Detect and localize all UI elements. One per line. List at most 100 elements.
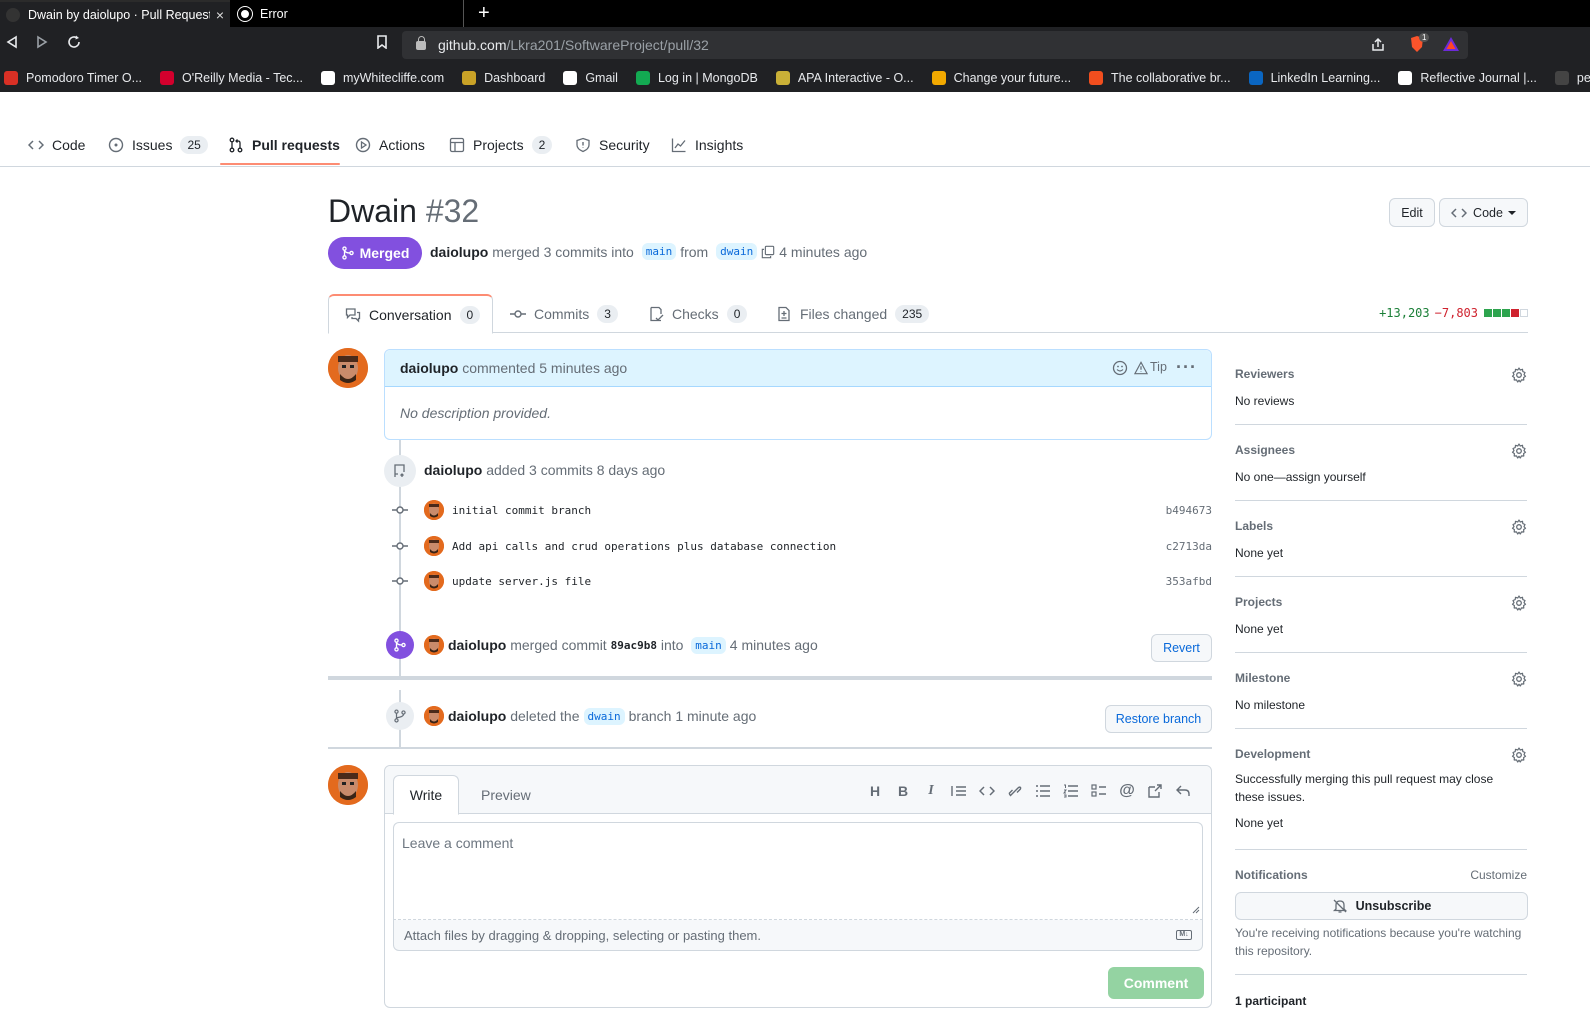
tab-preview[interactable]: Preview xyxy=(471,775,541,815)
resize-handle-icon[interactable] xyxy=(1192,901,1200,917)
reload-icon[interactable] xyxy=(64,35,84,53)
markdown-icon[interactable]: M↓ xyxy=(1176,930,1192,940)
smiley-icon[interactable] xyxy=(1112,360,1128,376)
tab-actions[interactable]: Actions xyxy=(355,130,425,160)
forward-icon[interactable] xyxy=(32,35,52,53)
base-branch-label[interactable]: main xyxy=(641,243,677,260)
attach-files-bar[interactable]: Attach files by dragging & dropping, sel… xyxy=(393,920,1203,951)
back-icon[interactable] xyxy=(2,35,22,53)
tab-security[interactable]: Security xyxy=(575,130,650,160)
avatar[interactable] xyxy=(424,635,444,655)
tasklist-icon[interactable] xyxy=(1085,782,1113,800)
comment-submit-button[interactable]: Comment xyxy=(1108,967,1204,999)
avatar[interactable] xyxy=(424,500,444,520)
gear-icon[interactable] xyxy=(1511,747,1527,763)
cross-reference-icon[interactable] xyxy=(1141,782,1169,800)
commit-message-link[interactable]: update server.js file xyxy=(452,575,591,588)
quote-icon[interactable] xyxy=(945,782,973,800)
head-branch-label[interactable]: dwain xyxy=(716,243,758,260)
pr-meta-from: from xyxy=(680,243,709,260)
assign-yourself-link[interactable]: assign yourself xyxy=(1286,470,1366,484)
bookmark-label: The collaborative br... xyxy=(1111,70,1231,85)
bookmark-item[interactable]: APA Interactive - O... xyxy=(775,70,914,85)
browser-tab-title: Dwain by daiolupo · Pull Request xyxy=(28,7,210,22)
tip-link[interactable]: Tip xyxy=(1150,360,1167,374)
unsubscribe-button[interactable]: Unsubscribe xyxy=(1235,892,1528,920)
tab-write[interactable]: Write xyxy=(393,775,459,815)
share-icon[interactable] xyxy=(1370,37,1386,53)
bookmark-item[interactable]: Gmail xyxy=(563,70,618,85)
avatar[interactable] xyxy=(424,536,444,556)
sidebar-labels: Labels None yet xyxy=(1235,519,1527,577)
commit-sha-link[interactable]: 353afbd xyxy=(1166,575,1212,588)
pr-author-link[interactable]: daiolupo xyxy=(430,244,488,260)
bookmark-favicon-icon xyxy=(1089,70,1104,85)
bookmark-item[interactable]: Dashboard xyxy=(462,70,545,85)
bookmark-item[interactable]: LinkedIn Learning... xyxy=(1248,70,1380,85)
brave-shields-icon[interactable]: 1 xyxy=(1408,33,1430,53)
bookmark-item[interactable]: The collaborative br... xyxy=(1089,70,1231,85)
reply-icon[interactable] xyxy=(1169,782,1197,800)
browser-tab-active[interactable]: Dwain by daiolupo · Pull Request × xyxy=(0,0,230,27)
customize-notifications-link[interactable]: Customize xyxy=(1470,868,1527,882)
gear-icon[interactable] xyxy=(1511,519,1527,535)
code-icon[interactable] xyxy=(973,782,1001,800)
gear-icon[interactable] xyxy=(1511,367,1527,383)
gear-icon[interactable] xyxy=(1511,671,1527,687)
tab-pull-requests[interactable]: Pull requests xyxy=(228,130,340,160)
code-dropdown-button[interactable]: Code xyxy=(1439,198,1528,227)
tab-checks[interactable]: Checks 0 xyxy=(648,294,748,333)
merge-target-branch[interactable]: main xyxy=(691,636,726,654)
commit-sha-link[interactable]: b494673 xyxy=(1166,504,1212,517)
tab-files-changed[interactable]: Files changed 235 xyxy=(776,294,930,333)
tab-issues[interactable]: Issues 25 xyxy=(108,130,208,160)
bookmark-item[interactable]: Reflective Journal |... xyxy=(1398,70,1537,85)
italic-icon[interactable]: I xyxy=(917,782,945,800)
delete-event-author[interactable]: daiolupo xyxy=(448,708,506,724)
avatar[interactable] xyxy=(424,571,444,591)
commits-event-author[interactable]: daiolupo xyxy=(424,462,482,478)
commit-message-link[interactable]: Add api calls and crud operations plus d… xyxy=(452,540,836,553)
brave-rewards-icon[interactable] xyxy=(1442,35,1460,53)
tab-conversation[interactable]: Conversation 0 xyxy=(328,294,493,334)
gear-icon[interactable] xyxy=(1511,595,1527,611)
link-icon[interactable] xyxy=(1001,782,1029,800)
revert-button[interactable]: Revert xyxy=(1151,634,1212,662)
comment-textarea[interactable]: Leave a comment xyxy=(393,822,1203,920)
gear-icon[interactable] xyxy=(1511,443,1527,459)
new-tab-button[interactable]: + xyxy=(478,2,490,24)
copy-icon[interactable] xyxy=(761,245,775,259)
commit-sha-link[interactable]: c2713da xyxy=(1166,540,1212,553)
bookmark-label: O'Reilly Media - Tec... xyxy=(182,70,303,85)
bookmark-icon[interactable] xyxy=(372,35,392,53)
graph-icon xyxy=(671,137,687,153)
bookmark-item[interactable]: personal-refl xyxy=(1554,70,1590,85)
tab-insights[interactable]: Insights xyxy=(671,130,743,160)
tab-projects[interactable]: Projects 2 xyxy=(449,130,553,160)
restore-branch-button[interactable]: Restore branch xyxy=(1105,705,1212,733)
tab-code[interactable]: Code xyxy=(28,130,85,160)
comment-author-link[interactable]: daiolupo xyxy=(400,360,458,376)
bold-icon[interactable]: B xyxy=(889,782,917,800)
list-ordered-icon[interactable] xyxy=(1057,782,1085,800)
merge-commit-sha[interactable]: 89ac9b8 xyxy=(611,639,657,652)
bookmark-item[interactable]: myWhitecliffe.com xyxy=(320,70,444,85)
heading-icon[interactable]: H xyxy=(861,782,889,800)
merge-event-author[interactable]: daiolupo xyxy=(448,637,506,653)
close-tab-icon[interactable]: × xyxy=(210,7,230,23)
bookmark-item[interactable]: O'Reilly Media - Tec... xyxy=(160,70,303,85)
bookmark-item[interactable]: Change your future... xyxy=(931,70,1071,85)
avatar[interactable] xyxy=(424,706,444,726)
browser-tab-error[interactable]: Error xyxy=(232,0,464,27)
address-bar[interactable]: github.com/Lkra201/SoftwareProject/pull/… xyxy=(402,31,1468,59)
avatar[interactable] xyxy=(328,765,368,805)
kebab-horizontal-icon[interactable]: ··· xyxy=(1176,358,1197,376)
bookmark-item[interactable]: Log in | MongoDB xyxy=(635,70,758,85)
tab-commits[interactable]: Commits 3 xyxy=(510,294,618,333)
mention-icon[interactable]: @ xyxy=(1113,782,1141,800)
list-unordered-icon[interactable] xyxy=(1029,782,1057,800)
avatar[interactable] xyxy=(328,348,368,388)
bookmark-item[interactable]: Pomodoro Timer O... xyxy=(4,70,142,85)
commit-message-link[interactable]: initial commit branch xyxy=(452,504,591,517)
edit-button[interactable]: Edit xyxy=(1389,198,1435,227)
